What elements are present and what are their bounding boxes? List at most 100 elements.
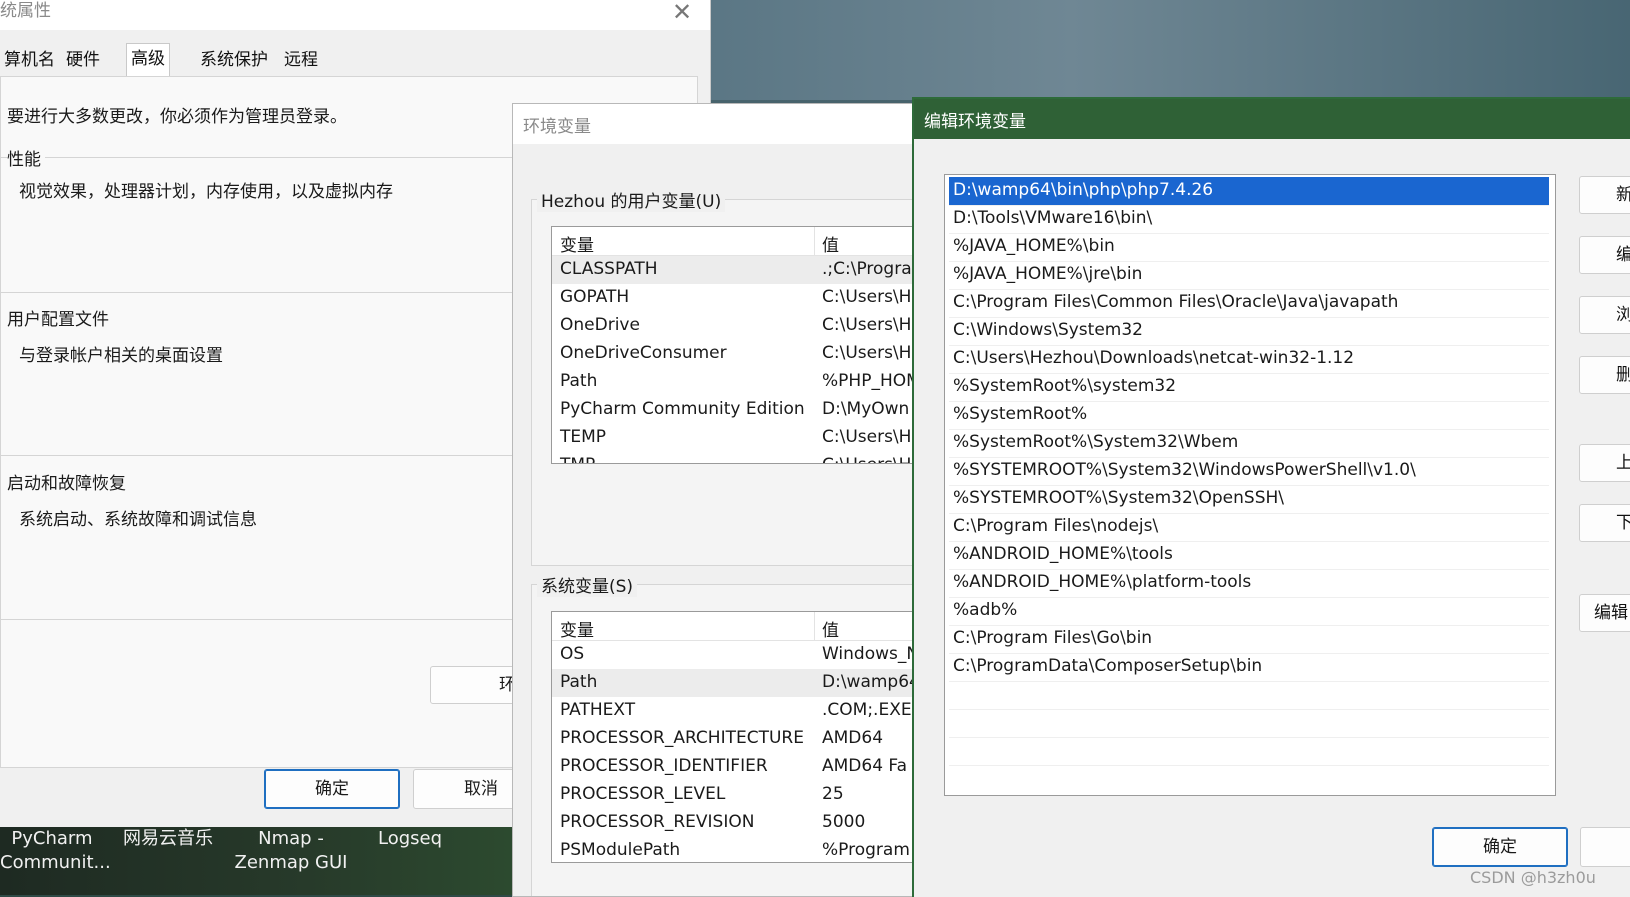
window-title: 编辑环境变量 — [924, 112, 1026, 132]
table-row[interactable]: PROCESSOR_REVISION 5000 — [552, 809, 923, 837]
list-item[interactable]: %ANDROID_HOME%\tools — [949, 541, 1549, 570]
table-row[interactable]: Path %PHP_HOM — [552, 368, 923, 396]
list-item[interactable]: C:\Program Files\nodejs\ — [949, 513, 1549, 542]
edit-button[interactable]: 编 — [1579, 236, 1630, 274]
list-item[interactable]: %ANDROID_HOME%\platform-tools — [949, 569, 1549, 598]
variable-value: D:\wamp64 — [822, 672, 920, 692]
list-item[interactable]: %adb% — [949, 597, 1549, 626]
desktop-icon-netease-music[interactable]: 网易云音乐 — [118, 827, 218, 851]
user-profiles-group-title: 用户配置文件 — [7, 305, 113, 330]
table-row[interactable]: OneDrive C:\Users\He — [552, 312, 923, 340]
column-divider[interactable] — [814, 227, 815, 255]
variable-value: 25 — [822, 784, 844, 804]
browse-button[interactable]: 浏 — [1579, 296, 1630, 334]
tab-hardware[interactable]: 硬件 — [62, 45, 104, 75]
path-entry: %JAVA_HOME%\bin — [953, 236, 1115, 256]
variable-name: PROCESSOR_ARCHITECTURE — [560, 728, 804, 748]
table-row[interactable]: OneDriveConsumer C:\Users\He — [552, 340, 923, 368]
path-entry: C:\ProgramData\ComposerSetup\bin — [953, 656, 1263, 676]
desktop-icon-nmap[interactable]: Nmap - Zenmap GUI — [226, 827, 356, 875]
move-up-button[interactable]: 上 — [1579, 444, 1630, 482]
close-icon[interactable]: ✕ — [672, 0, 692, 26]
table-row[interactable]: PROCESSOR_ARCHITECTURE AMD64 — [552, 725, 923, 753]
column-header-variable[interactable]: 变量 — [560, 231, 594, 256]
user-variables-list[interactable]: 变量 值 CLASSPATH .;C:\Program GOPATH C:\Us… — [551, 226, 923, 464]
desktop-icon-logseq[interactable]: Logseq — [365, 827, 455, 851]
table-row[interactable]: OS Windows_N — [552, 641, 923, 669]
table-row[interactable]: PATHEXT .COM;.EXE; — [552, 697, 923, 725]
variable-name: PSModulePath — [560, 840, 681, 860]
table-row[interactable]: PROCESSOR_IDENTIFIER AMD64 Fa — [552, 753, 923, 781]
tab-system-protection[interactable]: 系统保护 — [196, 45, 272, 75]
list-item[interactable] — [949, 709, 1549, 738]
column-header-value[interactable]: 值 — [822, 231, 839, 256]
path-entry: C:\Windows\System32 — [953, 320, 1143, 340]
user-profiles-description: 与登录帐户相关的桌面设置 — [19, 346, 223, 366]
list-item[interactable]: C:\Program Files\Go\bin — [949, 625, 1549, 654]
startup-recovery-description: 系统启动、系统故障和调试信息 — [19, 510, 257, 530]
path-entry: %JAVA_HOME%\jre\bin — [953, 264, 1143, 284]
table-row[interactable]: PSModulePath %Program — [552, 837, 923, 862]
list-item[interactable]: %SystemRoot% — [949, 401, 1549, 430]
table-row[interactable]: TMP C:\Users\He — [552, 452, 923, 463]
list-item[interactable]: C:\Program Files\Common Files\Oracle\Jav… — [949, 289, 1549, 318]
list-item[interactable]: C:\Windows\System32 — [949, 317, 1549, 346]
system-variables-list[interactable]: 变量 值 OS Windows_N Path D:\wamp64 PATHEXT… — [551, 611, 923, 863]
tab-computer-name[interactable]: 算机名 — [0, 45, 59, 75]
table-row[interactable]: Path D:\wamp64 — [552, 669, 923, 697]
tab-remote[interactable]: 远程 — [280, 45, 322, 75]
table-row[interactable]: GOPATH C:\Users\He — [552, 284, 923, 312]
list-item[interactable] — [949, 681, 1549, 710]
ok-button[interactable]: 确定 — [1432, 827, 1568, 867]
list-item[interactable] — [949, 737, 1549, 766]
variable-value: %Program — [822, 840, 910, 860]
list-item[interactable]: %SYSTEMROOT%\System32\WindowsPowerShell\… — [949, 457, 1549, 486]
path-entry: %adb% — [953, 600, 1018, 620]
variable-name: PROCESSOR_REVISION — [560, 812, 755, 832]
list-item[interactable]: %JAVA_HOME%\jre\bin — [949, 261, 1549, 290]
column-divider[interactable] — [814, 612, 815, 640]
list-item[interactable]: %SYSTEMROOT%\System32\OpenSSH\ — [949, 485, 1549, 514]
list-item[interactable]: %JAVA_HOME%\bin — [949, 233, 1549, 262]
variable-value: Windows_N — [822, 644, 920, 664]
variable-value: AMD64 Fa — [822, 756, 908, 776]
path-entry: D:\Tools\VMware16\bin\ — [953, 208, 1153, 228]
table-row[interactable]: TEMP C:\Users\He — [552, 424, 923, 452]
column-header-variable[interactable]: 变量 — [560, 616, 594, 641]
path-entry: %SystemRoot%\System32\Wbem — [953, 432, 1239, 452]
tab-advanced[interactable]: 高级 — [126, 43, 170, 77]
column-header-value[interactable]: 值 — [822, 616, 839, 641]
path-entry: D:\wamp64\bin\php\php7.4.26 — [953, 180, 1214, 200]
list-item[interactable]: %SystemRoot%\system32 — [949, 373, 1549, 402]
desktop-icon-pycharm[interactable]: PyCharm Communit... — [0, 827, 111, 875]
variable-value: 5000 — [822, 812, 866, 832]
move-down-button[interactable]: 下 — [1579, 504, 1630, 542]
window-title: 统属性 — [0, 1, 51, 21]
delete-button[interactable]: 删 — [1579, 356, 1630, 394]
edit-environment-variable-titlebar: 编辑环境变量 — [914, 99, 1630, 139]
table-row[interactable]: CLASSPATH .;C:\Program — [552, 256, 923, 284]
list-item[interactable]: C:\Users\Hezhou\Downloads\netcat-win32-1… — [949, 345, 1549, 374]
path-entries-list[interactable]: D:\wamp64\bin\php\php7.4.26 D:\Tools\VMw… — [944, 174, 1556, 796]
admin-note: 要进行大多数更改，你必须作为管理员登录。 — [7, 107, 347, 127]
table-row[interactable]: PyCharm Community Edition D:\MyOwn — [552, 396, 923, 424]
system-variables-title: 系统变量(S) — [537, 572, 638, 597]
desktop-icon-label: Communit... — [0, 852, 111, 873]
path-entry: C:\Program Files\Common Files\Oracle\Jav… — [953, 292, 1399, 312]
list-header: 变量 值 — [552, 612, 923, 641]
edit-text-button[interactable]: 编辑 — [1579, 594, 1630, 632]
list-item[interactable]: D:\wamp64\bin\php\php7.4.26 — [949, 177, 1549, 206]
path-entry: %ANDROID_HOME%\platform-tools — [953, 572, 1252, 592]
variable-name: OneDrive — [560, 315, 640, 335]
list-header: 变量 值 — [552, 227, 923, 256]
table-row[interactable]: PROCESSOR_LEVEL 25 — [552, 781, 923, 809]
new-button[interactable]: 新 — [1579, 176, 1630, 214]
variable-value: C:\Users\He — [822, 287, 922, 307]
variable-name: Path — [560, 371, 598, 391]
list-item[interactable]: C:\ProgramData\ComposerSetup\bin — [949, 653, 1549, 682]
desktop-icon-label: Logseq — [377, 828, 443, 849]
cancel-button[interactable] — [1580, 827, 1630, 867]
ok-button[interactable]: 确定 — [264, 769, 400, 809]
list-item[interactable]: %SystemRoot%\System32\Wbem — [949, 429, 1549, 458]
list-item[interactable]: D:\Tools\VMware16\bin\ — [949, 205, 1549, 234]
